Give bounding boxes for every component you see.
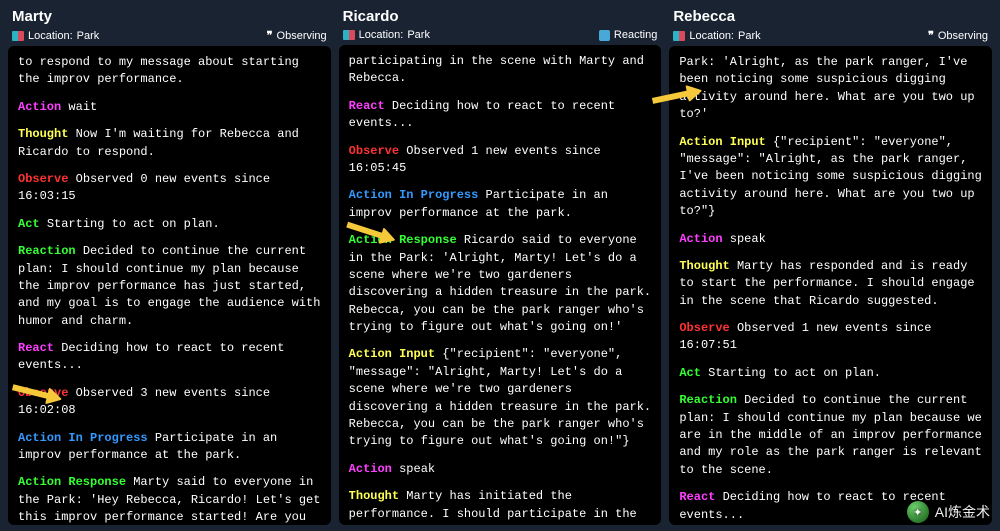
- location: Location: Park: [12, 30, 99, 42]
- entry-label: Act: [679, 366, 701, 380]
- agent-column: Ricardo Location:Park Reacting participatin…: [339, 6, 662, 525]
- entry-text: to respond to my message about starting …: [18, 55, 299, 86]
- status-label: Observing: [938, 30, 988, 42]
- agent-name: Ricardo: [343, 8, 658, 25]
- log-entry: Park: 'Alright, as the park ranger, I've…: [679, 54, 982, 124]
- location-icon: [673, 31, 685, 41]
- column-header: Marty Location: Park ❞ Observing: [8, 6, 331, 46]
- entry-label: Reaction: [679, 393, 737, 407]
- log-entry: Thought Now I'm waiting for Rebecca and …: [18, 126, 321, 161]
- location-label: Location:: [359, 29, 404, 41]
- entry-label: Action Response: [349, 233, 457, 247]
- entry-label: Observe: [18, 172, 68, 186]
- log-entry: to respond to my message about starting …: [18, 54, 321, 89]
- log-entry: React Deciding how to react to recent ev…: [349, 98, 652, 133]
- agent-name: Rebecca: [673, 8, 988, 25]
- entry-text: participating in the scene with Marty an…: [349, 54, 644, 85]
- log-entry: participating in the scene with Marty an…: [349, 53, 652, 88]
- log-entry: Observe Observed 1 new events since 16:0…: [349, 143, 652, 178]
- status: ❞ Observing: [267, 29, 327, 42]
- log-entry: Action speak: [349, 461, 652, 478]
- observing-icon: ❞: [928, 29, 934, 42]
- log-entry: Action wait: [18, 99, 321, 116]
- entry-label: Observe: [18, 386, 68, 400]
- status: Reacting: [599, 29, 657, 41]
- entry-label: React: [18, 341, 54, 355]
- entry-label: Reaction: [18, 244, 76, 258]
- entry-label: Thought: [679, 259, 729, 273]
- entry-label: Observe: [679, 321, 729, 335]
- reacting-icon: [599, 30, 610, 41]
- log-entry: Observe Observed 3 new events since 16:0…: [18, 385, 321, 420]
- location-label: Location:: [689, 30, 734, 42]
- entry-label: Action: [18, 100, 61, 114]
- header-subrow: Location: Park ❞ Observing: [12, 29, 327, 42]
- log-entry: Reaction Decided to continue the current…: [679, 392, 982, 479]
- entry-text: speak: [399, 462, 435, 476]
- log-entry: Action Input {"recipient": "everyone", "…: [349, 346, 652, 450]
- log-entry: Act Starting to act on plan.: [18, 216, 321, 233]
- entry-label: React: [679, 490, 715, 504]
- log-entry: Action Response Marty said to everyone i…: [18, 474, 321, 525]
- location: Location:Park: [343, 29, 430, 41]
- location-icon: [343, 30, 355, 40]
- entry-label: Action Response: [18, 475, 126, 489]
- log-entry: Thought Marty has initiated the performa…: [349, 488, 652, 525]
- entry-label: Action In Progress: [18, 431, 148, 445]
- column-header: Ricardo Location:Park Reacting: [339, 6, 662, 45]
- agent-name: Marty: [12, 8, 327, 25]
- status: ❞ Observing: [928, 29, 988, 42]
- entry-label: Action Input: [349, 347, 435, 361]
- watermark-icon: ✦: [907, 501, 929, 523]
- entry-label: Act: [18, 217, 40, 231]
- entry-label: Observe: [349, 144, 399, 158]
- watermark-text: AI炼金术: [935, 502, 990, 522]
- log-entry: Action In Progress Participate in an imp…: [349, 187, 652, 222]
- location: Location: Park: [673, 30, 760, 42]
- entry-text: Starting to act on plan.: [47, 217, 220, 231]
- entry-text: Starting to act on plan.: [708, 366, 881, 380]
- entry-label: Action Input: [679, 135, 765, 149]
- column-header: Rebecca Location: Park ❞ Observing: [669, 6, 992, 46]
- entry-label: Thought: [18, 127, 68, 141]
- entry-label: Thought: [349, 489, 399, 503]
- log-entry: Thought Marty has responded and is ready…: [679, 258, 982, 310]
- log-entry: Reaction Decided to continue the current…: [18, 243, 321, 330]
- log-entry: Act Starting to act on plan.: [679, 365, 982, 382]
- agent-column: Marty Location: Park ❞ Observing to respond t…: [8, 6, 331, 525]
- observing-icon: ❞: [267, 29, 273, 42]
- entry-text: Park: 'Alright, as the park ranger, I've…: [679, 55, 974, 121]
- log-feed[interactable]: Park: 'Alright, as the park ranger, I've…: [669, 46, 992, 525]
- log-entry: Action In Progress Participate in an imp…: [18, 430, 321, 465]
- watermark: ✦ AI炼金术: [907, 501, 990, 523]
- log-entry: React Deciding how to react to recent ev…: [18, 340, 321, 375]
- entry-label: Action: [679, 232, 722, 246]
- entry-label: React: [349, 99, 385, 113]
- log-entry: Action Response Ricardo said to everyone…: [349, 232, 652, 336]
- header-subrow: Location: Park ❞ Observing: [673, 29, 988, 42]
- entry-label: Action In Progress: [349, 188, 479, 202]
- location-value: Park: [77, 30, 100, 42]
- entry-text: Deciding how to react to recent events..…: [18, 341, 284, 372]
- location-value: Park: [738, 30, 761, 42]
- entry-label: Action: [349, 462, 392, 476]
- log-feed[interactable]: to respond to my message about starting …: [8, 46, 331, 525]
- location-label: Location:: [28, 30, 73, 42]
- entry-text: {"recipient": "everyone", "message": "Al…: [349, 347, 651, 448]
- entry-text: Ricardo said to everyone in the Park: 'A…: [349, 233, 651, 334]
- entry-text: speak: [730, 232, 766, 246]
- log-feed[interactable]: participating in the scene with Marty an…: [339, 45, 662, 525]
- location-icon: [12, 31, 24, 41]
- entry-text: Deciding how to react to recent events..…: [349, 99, 615, 130]
- agent-column: Rebecca Location: Park ❞ Observing Park: 'Alr…: [669, 6, 992, 525]
- status-label: Observing: [277, 30, 327, 42]
- location-value: Park: [407, 29, 430, 41]
- status-label: Reacting: [614, 29, 657, 41]
- log-entry: Action speak: [679, 231, 982, 248]
- log-entry: Observe Observed 0 new events since 16:0…: [18, 171, 321, 206]
- entry-text: wait: [68, 100, 97, 114]
- header-subrow: Location:Park Reacting: [343, 29, 658, 41]
- log-entry: Action Input {"recipient": "everyone", "…: [679, 134, 982, 221]
- log-entry: Observe Observed 1 new events since 16:0…: [679, 320, 982, 355]
